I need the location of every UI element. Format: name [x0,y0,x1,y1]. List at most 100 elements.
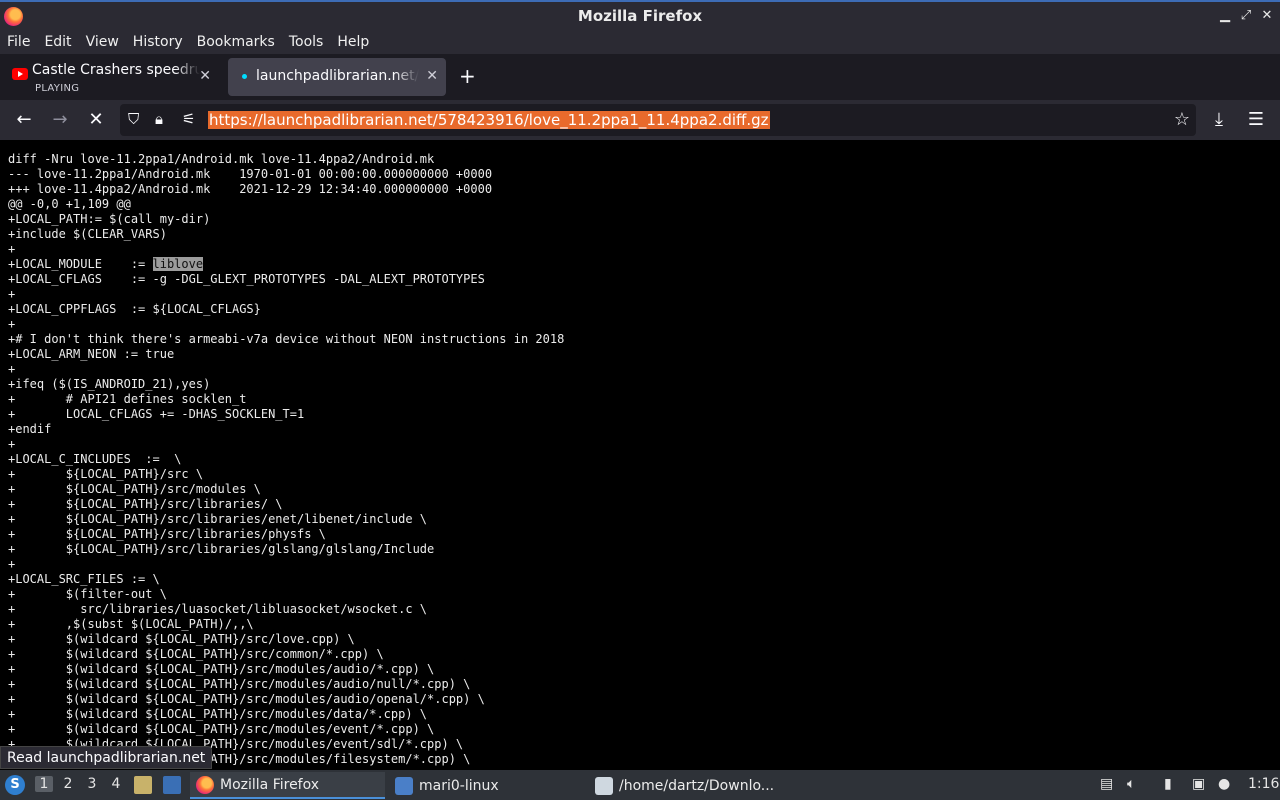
folder-icon [395,776,413,795]
tab-playing-label: PLAYING [35,83,80,94]
diff-line: @@ -0,0 +1,109 @@ [8,197,131,211]
menu-edit[interactable]: Edit [44,34,71,50]
diff-line: + $(wildcard ${LOCAL_PATH}/src/love.cpp)… [8,632,355,646]
taskbar: S 1 2 3 4 Mozilla Firefox mari0-linux /h… [0,770,1280,800]
diff-line: +ifeq ($(IS_ANDROID_21),yes) [8,377,211,391]
menu-bar: File Edit View History Bookmarks Tools H… [0,30,1280,54]
diff-line: + $(wildcard ${LOCAL_PATH}/src/modules/a… [8,692,485,706]
diff-line: +LOCAL_PATH:= $(call my-dir) [8,212,211,226]
diff-line: +++ love-11.4ppa2/Android.mk 2021-12-29 … [8,182,493,196]
workspace-3[interactable]: 3 [83,776,101,792]
diff-text: diff -Nru love-11.2ppa1/Android.mk love-… [0,140,1280,767]
diff-line: + src/libraries/luasocket/libluasocket/w… [8,602,428,616]
diff-line: + ,$(subst $(LOCAL_PATH)/,,\ [8,617,254,631]
tab-launchpad[interactable]: launchpadlibrarian.net/578423916/love_11… [228,58,446,96]
diff-line: + ${LOCAL_PATH}/src \ [8,467,204,481]
menu-history[interactable]: History [133,34,183,50]
text-editor-icon [595,776,613,795]
minimize-icon[interactable]: ▁ [1218,8,1232,23]
volume-icon[interactable]: 🔈︎ [1127,776,1135,792]
loading-icon [242,74,247,79]
app-menu-icon[interactable]: ☰ [1244,108,1268,132]
bookmark-star-icon[interactable]: ☆ [1174,109,1190,130]
menu-tools[interactable]: Tools [289,34,324,50]
selected-text: liblove [152,257,204,271]
desktop-icon[interactable] [163,776,181,794]
page-content: diff -Nru love-11.2ppa1/Android.mk love-… [0,140,1280,770]
network-icon[interactable]: ▣ [1192,776,1205,792]
diff-line: +# I don't think there's armeabi-v7a dev… [8,332,565,346]
forward-icon[interactable]: → [48,108,72,132]
diff-line: + $(wildcard ${LOCAL_PATH}/src/modules/a… [8,677,471,691]
menu-bookmarks[interactable]: Bookmarks [197,34,275,50]
diff-line: + ${LOCAL_PATH}/src/libraries/ \ [8,497,283,511]
clock: 1:16 [1248,776,1280,792]
window-titlebar: Mozilla Firefox ▁ ⤢ ✕ [0,0,1280,30]
diff-line: + [8,317,16,331]
shield-icon[interactable]: ⛉ [128,110,139,128]
menu-help[interactable]: Help [337,34,369,50]
permissions-icon[interactable]: ⚟ [182,110,195,128]
status-bar: Read launchpadlibrarian.net [0,746,213,769]
workspace-4[interactable]: 4 [107,776,125,792]
task-label: mari0-linux [419,777,499,794]
window-title: Mozilla Firefox [577,7,703,25]
start-menu-icon[interactable]: S [5,775,25,795]
new-tab-icon[interactable]: + [459,64,476,88]
diff-line: + ${LOCAL_PATH}/src/libraries/enet/liben… [8,512,428,526]
tab-title: Castle Crashers speedrun [32,62,200,78]
diff-line: +LOCAL_C_INCLUDES := \ [8,452,182,466]
diff-line: + ${LOCAL_PATH}/src/libraries/glslang/gl… [8,542,435,556]
diff-line: + [8,287,16,301]
diff-line: + [8,557,16,571]
diff-line: + [8,437,16,451]
url-bar[interactable]: ⛉ 🔒︎ ⚟ https://launchpadlibrarian.net/57… [120,104,1196,136]
diff-line: + ${LOCAL_PATH}/src/modules \ [8,482,261,496]
diff-line: +LOCAL_SRC_FILES := \ [8,572,160,586]
tab-youtube[interactable]: Castle Crashers speedrun PLAYING ✕ [4,58,219,96]
diff-line: +LOCAL_ARM_NEON := true [8,347,175,361]
stop-icon[interactable]: ✕ [84,108,108,132]
clipboard-icon[interactable]: ▤ [1100,776,1113,792]
firefox-logo-icon [4,7,23,26]
back-icon[interactable]: ← [12,108,36,132]
close-tab-icon[interactable]: ✕ [199,68,211,84]
diff-line: +LOCAL_CPPFLAGS := ${LOCAL_CFLAGS} [8,302,261,316]
diff-line: +include $(CLEAR_VARS) [8,227,167,241]
firefox-icon [196,775,214,794]
youtube-icon [12,68,28,80]
close-window-icon[interactable]: ✕ [1260,8,1274,23]
diff-line: + $(wildcard ${LOCAL_PATH}/src/common/*.… [8,647,384,661]
diff-line: + $(filter-out \ [8,587,167,601]
diff-line: +LOCAL_MODULE := liblove [8,257,204,271]
menu-view[interactable]: View [86,34,119,50]
diff-line: --- love-11.2ppa1/Android.mk 1970-01-01 … [8,167,493,181]
task-label: Mozilla Firefox [220,776,320,793]
lock-icon[interactable]: 🔒︎ [155,110,163,128]
diff-line: +endif [8,422,52,436]
workspace-2[interactable]: 2 [59,776,77,792]
diff-line: + $(wildcard ${LOCAL_PATH}/src/modules/d… [8,707,428,721]
diff-line: +LOCAL_CFLAGS := -g -DGL_GLEXT_PROTOTYPE… [8,272,485,286]
diff-line: + [8,242,16,256]
task-terminal[interactable]: /home/dartz/Downlo... [589,772,789,799]
diff-line: diff -Nru love-11.2ppa1/Android.mk love-… [8,152,435,166]
tab-title: launchpadlibrarian.net/578423916/love_11… [256,68,419,84]
task-label: /home/dartz/Downlo... [619,777,775,794]
close-tab-icon[interactable]: ✕ [426,68,438,84]
url-input[interactable]: https://launchpadlibrarian.net/578423916… [208,111,770,129]
tab-bar: Castle Crashers speedrun PLAYING ✕ launc… [0,54,1280,100]
diff-line: + LOCAL_CFLAGS += -DHAS_SOCKLEN_T=1 [8,407,305,421]
task-firefox[interactable]: Mozilla Firefox [190,772,385,799]
menu-file[interactable]: File [7,34,30,50]
restore-icon[interactable]: ⤢ [1239,8,1253,23]
notes-icon[interactable]: ▮ [1164,776,1172,792]
task-mari0[interactable]: mari0-linux [389,772,584,799]
updates-icon[interactable]: ● [1218,776,1230,792]
file-manager-icon[interactable] [134,776,152,794]
diff-line: + $(wildcard ${LOCAL_PATH}/src/modules/e… [8,722,435,736]
diff-line: + $(wildcard ${LOCAL_PATH}/src/modules/a… [8,662,435,676]
workspace-1[interactable]: 1 [35,776,53,792]
diff-line: + [8,362,16,376]
downloads-icon[interactable]: ⤓ [1207,108,1231,132]
